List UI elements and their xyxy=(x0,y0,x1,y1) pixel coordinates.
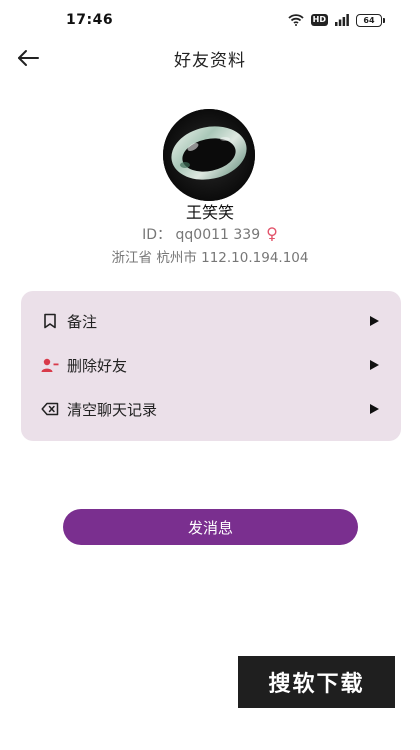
friend-profile-page: 17:46 HD 64 好友资料 王笑笑 ID： qq0011 339 ♀ 浙江… xyxy=(0,0,420,750)
avatar[interactable] xyxy=(163,109,255,201)
jade-bracelet-avatar xyxy=(163,109,255,201)
hd-badge: HD xyxy=(310,14,328,26)
female-icon: ♀ xyxy=(266,224,278,243)
profile-id-row: ID： qq0011 339 ♀ xyxy=(0,224,420,244)
header: 好友资料 xyxy=(0,40,420,76)
bookmark-icon xyxy=(41,312,59,330)
arrow-right-icon xyxy=(370,404,379,414)
remark-label: 备注 xyxy=(67,312,98,331)
remark-row[interactable]: 备注 xyxy=(21,299,401,343)
watermark: 搜软下载 xyxy=(238,656,395,708)
clear-icon xyxy=(41,400,59,418)
delete-friend-label: 删除好友 xyxy=(67,356,128,375)
arrow-right-icon xyxy=(370,316,379,326)
status-bar: 17:46 HD 64 xyxy=(0,0,420,40)
page-title: 好友资料 xyxy=(174,50,246,71)
wifi-icon xyxy=(288,14,304,26)
arrow-left-icon xyxy=(18,50,39,66)
delete-friend-row[interactable]: 删除好友 xyxy=(21,343,401,387)
battery-icon: 64 xyxy=(356,13,385,27)
status-time: 17:46 xyxy=(66,12,114,28)
remove-user-icon xyxy=(41,356,59,374)
arrow-right-icon xyxy=(370,360,379,370)
back-button[interactable] xyxy=(12,42,44,74)
battery-level: 64 xyxy=(363,15,375,25)
send-message-button[interactable]: 发消息 xyxy=(63,509,358,545)
profile-id: ID： qq0011 339 xyxy=(142,227,261,243)
clear-chat-label: 清空聊天记录 xyxy=(67,400,158,419)
signal-icon xyxy=(335,14,349,26)
status-icons: HD 64 xyxy=(288,13,385,27)
clear-chat-row[interactable]: 清空聊天记录 xyxy=(21,387,401,431)
profile-location: 浙江省 杭州市 112.10.194.104 xyxy=(111,250,309,266)
action-card: 备注 删除好友 清空聊天记录 xyxy=(21,291,401,441)
profile-name: 王笑笑 xyxy=(185,203,234,222)
